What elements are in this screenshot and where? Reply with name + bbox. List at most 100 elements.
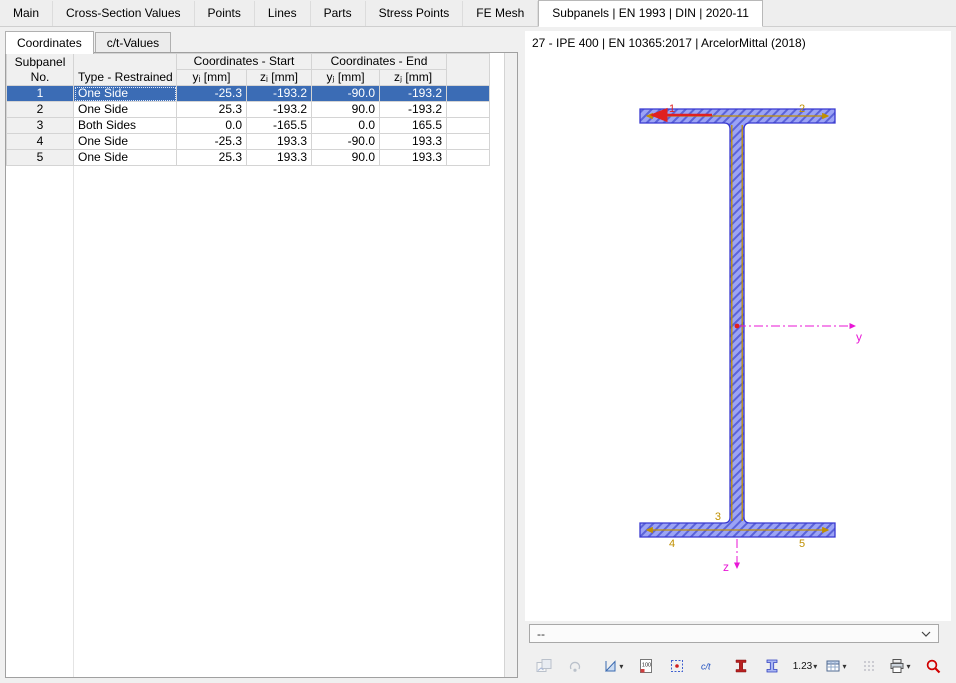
- main-tabbar: Main Cross-Section Values Points Lines Parts…: [0, 0, 956, 27]
- stress-points-icon: [670, 660, 683, 672]
- table-row[interactable]: 4 One Side -25.3 193.3 -90.0 193.3: [6, 133, 491, 150]
- stress-diagram-button[interactable]: ▾: [598, 653, 628, 679]
- subpanel-table-container: Subpanel No. Type - Restrained Coordinat…: [5, 52, 518, 678]
- page-100-icon: 100: [639, 659, 652, 673]
- type-cell[interactable]: One Side: [73, 149, 177, 166]
- decimal-places-button[interactable]: 1.23 ▾: [790, 653, 820, 679]
- header-subpanel-no: Subpanel No.: [6, 53, 74, 86]
- subtab-c-t-values[interactable]: c/t-Values: [94, 32, 172, 53]
- stress-points-button[interactable]: [662, 653, 692, 679]
- subpanel-label-4: 4: [669, 538, 675, 550]
- axis-label-z: z: [723, 560, 729, 574]
- tab-lines[interactable]: Lines: [255, 1, 311, 26]
- left-panel: Coordinates c/t-Values Subpanel No. Type …: [5, 31, 518, 678]
- dot-grid-button: [854, 653, 884, 679]
- zi-cell[interactable]: -193.2: [246, 101, 312, 118]
- subtab-coordinates[interactable]: Coordinates: [5, 31, 94, 54]
- header-group-start: Coordinates - Start: [176, 53, 312, 70]
- clamp-icon: [569, 661, 581, 672]
- axis-label-y: y: [856, 330, 862, 344]
- yj-cell[interactable]: -90.0: [311, 133, 380, 150]
- zj-cell[interactable]: -193.2: [378, 85, 448, 102]
- yi-cell[interactable]: 25.3: [176, 101, 247, 118]
- table-settings-button[interactable]: ▾: [821, 653, 851, 679]
- full-view-100-button[interactable]: 100: [631, 653, 661, 679]
- subpanel-label-3: 3: [715, 511, 721, 523]
- pictures-icon: [536, 659, 551, 672]
- preview-toolbar: ▾ 100 c/t 1.23 ▾ ▾ ▾: [529, 652, 949, 680]
- type-cell[interactable]: One Side: [73, 133, 177, 150]
- pad-cell[interactable]: [446, 149, 491, 166]
- subtab-bar: Coordinates c/t-Values: [5, 31, 518, 54]
- decimal-123-icon: 1.23: [792, 660, 813, 672]
- zi-cell[interactable]: 193.3: [246, 149, 312, 166]
- red-magnifier-icon: [926, 659, 940, 673]
- scrollbar-gutter[interactable]: [504, 53, 517, 677]
- pad-cell[interactable]: [446, 117, 491, 134]
- stress-case-combobox[interactable]: --: [529, 624, 939, 643]
- tab-fe-mesh[interactable]: FE Mesh: [463, 1, 539, 26]
- table-row[interactable]: 2 One Side 25.3 -193.2 90.0 -193.2: [6, 101, 491, 118]
- zj-cell[interactable]: 165.5: [378, 117, 448, 134]
- svg-text:c/t: c/t: [701, 662, 711, 672]
- row-no-cell[interactable]: 1: [6, 85, 74, 102]
- tab-subpanels-en-1993-din-2020-11[interactable]: Subpanels | EN 1993 | DIN | 2020-11: [538, 0, 763, 27]
- section-preview-panel: 27 - IPE 400 | EN 10365:2017 | ArcelorMi…: [525, 31, 951, 683]
- pad-cell[interactable]: [446, 101, 491, 118]
- yi-cell[interactable]: 25.3: [176, 149, 247, 166]
- type-cell[interactable]: Both Sides: [73, 117, 177, 134]
- dropdown-arrow-icon: ▾: [813, 661, 818, 671]
- zi-cell[interactable]: -193.2: [246, 85, 312, 102]
- section-filled-button[interactable]: [726, 653, 756, 679]
- yi-cell[interactable]: 0.0: [176, 117, 247, 134]
- cross-section-drawing[interactable]: 1 2 3 4 5 y z: [525, 31, 951, 621]
- header-group-end: Coordinates - End: [310, 53, 448, 70]
- yj-cell[interactable]: 90.0: [311, 101, 380, 118]
- type-cell[interactable]: One Side: [73, 85, 177, 102]
- yi-cell[interactable]: -25.3: [176, 85, 247, 102]
- zoom-selection-button[interactable]: [918, 653, 948, 679]
- yj-cell[interactable]: 90.0: [311, 149, 380, 166]
- tab-cross-section-values[interactable]: Cross-Section Values: [53, 1, 195, 26]
- centroid-point: [734, 323, 740, 329]
- type-cell[interactable]: One Side: [73, 101, 177, 118]
- dropdown-arrow-icon: ▾: [619, 661, 624, 671]
- tab-stress-points[interactable]: Stress Points: [366, 1, 464, 26]
- yi-cell[interactable]: -25.3: [176, 133, 247, 150]
- section-title: 27 - IPE 400 | EN 10365:2017 | ArcelorMi…: [532, 36, 806, 50]
- table-row[interactable]: 3 Both Sides 0.0 -165.5 0.0 165.5: [6, 117, 491, 134]
- copy-picture-button: [560, 653, 590, 679]
- header-yi: yᵢ [mm]: [176, 69, 247, 86]
- row-no-cell[interactable]: 2: [6, 101, 74, 118]
- tab-main[interactable]: Main: [0, 1, 54, 26]
- zj-cell[interactable]: -193.2: [378, 101, 448, 118]
- save-picture-button: [529, 653, 559, 679]
- pad-cell[interactable]: [446, 85, 491, 102]
- ct-parts-button[interactable]: c/t: [693, 653, 723, 679]
- table-row[interactable]: 1 One Side -25.3 -193.2 -90.0 -193.2: [6, 85, 491, 102]
- zi-cell[interactable]: 193.3: [246, 133, 312, 150]
- zj-cell[interactable]: 193.3: [378, 149, 448, 166]
- tab-parts[interactable]: Parts: [311, 1, 366, 26]
- zi-cell[interactable]: -165.5: [246, 117, 312, 134]
- row-no-cell[interactable]: 4: [6, 133, 74, 150]
- table-row[interactable]: 5 One Side 25.3 193.3 90.0 193.3: [6, 149, 491, 166]
- print-button[interactable]: ▾: [885, 653, 915, 679]
- section-outline-button[interactable]: [757, 653, 787, 679]
- header-zj: zⱼ [mm]: [378, 69, 448, 86]
- dropdown-arrow-icon: ▾: [906, 661, 911, 671]
- zj-cell[interactable]: 193.3: [378, 133, 448, 150]
- tab-points[interactable]: Points: [195, 1, 255, 26]
- pad-cell[interactable]: [446, 133, 491, 150]
- subpanel-label-2: 2: [799, 103, 805, 115]
- svg-text:100: 100: [642, 663, 651, 669]
- ibeam-shape[interactable]: [639, 108, 836, 538]
- row-no-cell[interactable]: 3: [6, 117, 74, 134]
- chevron-down-icon: [921, 631, 931, 637]
- row-no-cell[interactable]: 5: [6, 149, 74, 166]
- dot-grid-icon: [863, 661, 874, 671]
- table-grid-icon: [826, 660, 840, 672]
- subpanel-label-5: 5: [799, 538, 805, 550]
- yj-cell[interactable]: 0.0: [311, 117, 380, 134]
- yj-cell[interactable]: -90.0: [311, 85, 380, 102]
